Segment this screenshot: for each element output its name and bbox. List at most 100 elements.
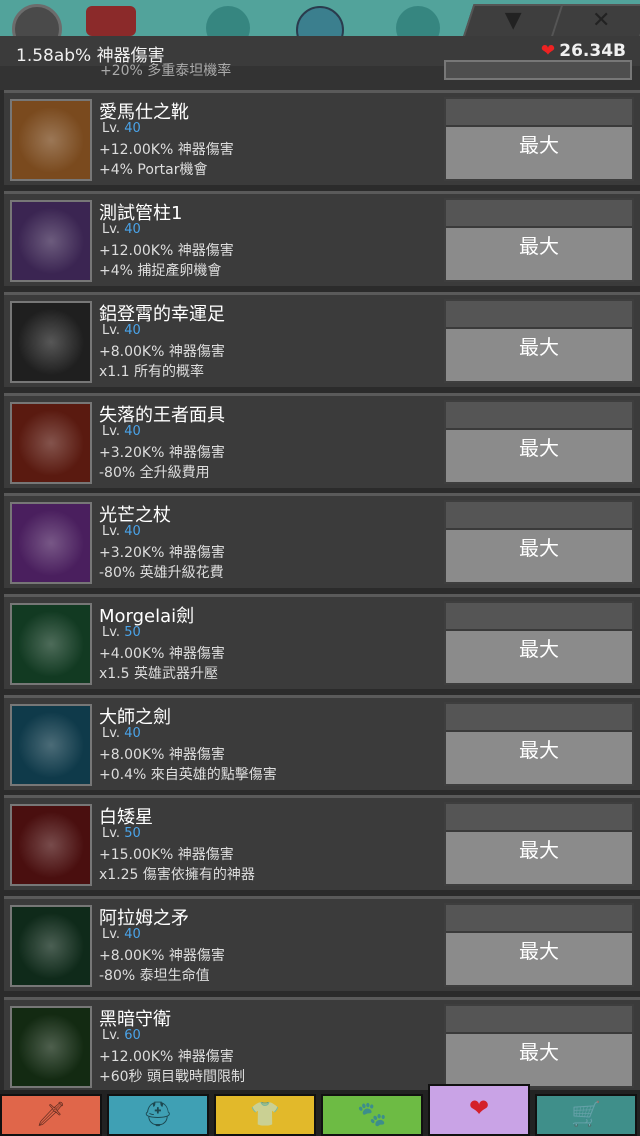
artifact-effect-2: x1.25 傷害依擁有的神器	[99, 867, 255, 883]
artifact-level: Lv. 50	[102, 826, 141, 841]
dark-guard-icon	[12, 1008, 90, 1086]
nav-tab-viking-helmet[interactable]: ⛑	[107, 1094, 209, 1136]
artifact-image[interactable]	[10, 99, 92, 181]
chevron-down-icon: ▼	[504, 8, 522, 33]
list-item: 黑暗守衛 Lv. 60 +12.00K% 神器傷害 +60秒 頭目戰時間限制 最大	[4, 997, 640, 1092]
list-item: Morgelai劍 Lv. 50 +4.00K% 神器傷害 x1.5 英雄武器升壓 最大	[4, 594, 640, 689]
max-label: 最大	[519, 536, 559, 560]
upgrade-cost-bar	[446, 704, 632, 732]
max-label: 最大	[519, 133, 559, 157]
artifact-image[interactable]	[10, 200, 92, 282]
artifact-effect-2: -80% 英雄升級花費	[99, 565, 224, 581]
top-bar: ▼ ✕	[0, 0, 640, 36]
artifact-effect-2: x1.5 英雄武器升壓	[99, 666, 218, 682]
artifact-image[interactable]	[10, 402, 92, 484]
upgrade-cost-bar	[446, 99, 632, 127]
nav-tab-sword[interactable]: 🗡	[0, 1094, 102, 1136]
white-hammer-icon	[12, 806, 90, 884]
artifact-level: Lv. 40	[102, 927, 141, 942]
max-label: 最大	[519, 738, 559, 762]
upgrade-cost-bar	[446, 301, 632, 329]
gauntlet-icon	[12, 202, 90, 280]
upgrade-cost-bar	[446, 1006, 632, 1034]
artifact-effect-1: +3.20K% 神器傷害	[99, 545, 225, 561]
max-upgrade-button[interactable]: 最大	[444, 400, 634, 484]
nav-tab-artifact-heart[interactable]: ❤	[428, 1084, 530, 1136]
skill-circle-icon[interactable]	[206, 6, 250, 36]
list-item: 失落的王者面具 Lv. 40 +3.20K% 神器傷害 -80% 全升級費用 最大	[4, 393, 640, 488]
bottom-navigation: 🗡 ⛑ 👕 🐾 ❤ 🛒	[0, 1084, 640, 1136]
list-item: +20% 多重泰坦機率	[0, 60, 640, 90]
artifact-effect-1: +12.00K% 神器傷害	[99, 142, 234, 158]
skill-circle-icon[interactable]	[396, 6, 440, 36]
artifact-level: Lv. 40	[102, 323, 141, 338]
artifact-image[interactable]	[10, 804, 92, 886]
nav-tab-shirt[interactable]: 👕	[214, 1094, 316, 1136]
artifact-level: Lv. 40	[102, 121, 141, 136]
list-item: 光芒之杖 Lv. 40 +3.20K% 神器傷害 -80% 英雄升級花費 最大	[4, 493, 640, 588]
artifact-effect-2: x1.1 所有的概率	[99, 364, 204, 380]
artifact-level: Lv. 40	[102, 726, 141, 741]
gear-icon[interactable]	[12, 4, 62, 36]
artifact-level: Lv. 40	[102, 222, 141, 237]
artifact-image[interactable]	[10, 1006, 92, 1088]
artifact-effect-1: +3.20K% 神器傷害	[99, 445, 225, 461]
artifact-effect-1: +8.00K% 神器傷害	[99, 948, 225, 964]
artifact-level: Lv. 50	[102, 625, 141, 640]
list-item: 白矮星 Lv. 50 +15.00K% 神器傷害 x1.25 傷害依擁有的神器 最大	[4, 795, 640, 890]
artifact-effect-2: +4% 捕捉產卵機會	[99, 263, 222, 279]
upgrade-cost-bar	[446, 804, 632, 832]
artifact-effect-2: +4% Portar機會	[99, 162, 208, 178]
max-upgrade-button[interactable]: 最大	[444, 97, 634, 181]
artifact-effect-1: +4.00K% 神器傷害	[99, 646, 225, 662]
gold-amount: 26.34B	[559, 41, 626, 61]
clock-icon[interactable]	[296, 6, 344, 36]
max-label: 最大	[519, 939, 559, 963]
artifact-effect-2: +20% 多重泰坦機率	[100, 63, 232, 79]
shirt-icon: 👕	[250, 1100, 280, 1128]
max-upgrade-button[interactable]: 最大	[444, 802, 634, 886]
artifact-effect-1: +8.00K% 神器傷害	[99, 747, 225, 763]
artifact-effect-1: +12.00K% 神器傷害	[99, 243, 234, 259]
max-label: 最大	[519, 637, 559, 661]
viking-helmet-icon[interactable]	[86, 6, 136, 36]
max-label: 最大	[519, 436, 559, 460]
artifact-effect-2: +60秒 頭目戰時間限制	[99, 1069, 245, 1085]
artifact-image[interactable]	[10, 905, 92, 987]
lucky-foot-icon	[12, 303, 90, 381]
max-label: 最大	[519, 234, 559, 258]
list-item: 測試管柱1 Lv. 40 +12.00K% 神器傷害 +4% 捕捉產卵機會 最大	[4, 191, 640, 286]
max-upgrade-button[interactable]: 最大	[444, 299, 634, 383]
max-label: 最大	[519, 335, 559, 359]
viking-helmet-icon: ⛑	[142, 1100, 174, 1128]
artifact-image[interactable]	[10, 603, 92, 685]
max-upgrade-button[interactable]: 最大	[444, 702, 634, 786]
max-upgrade-button[interactable]: 最大	[444, 601, 634, 685]
nav-tab-pet[interactable]: 🐾	[321, 1094, 423, 1136]
golden-mask-icon	[12, 404, 90, 482]
nav-tab-shop[interactable]: 🛒	[535, 1094, 637, 1136]
artifact-image[interactable]	[10, 301, 92, 383]
winged-boots-icon	[12, 101, 90, 179]
artifact-effect-2: -80% 泰坦生命值	[99, 968, 210, 984]
list-item: 愛馬仕之靴 Lv. 40 +12.00K% 神器傷害 +4% Portar機會 最大	[4, 90, 640, 185]
max-upgrade-button[interactable]: 最大	[444, 903, 634, 987]
artifact-image[interactable]	[10, 704, 92, 786]
max-upgrade-button[interactable]: 最大	[444, 198, 634, 282]
list-item: 大師之劍 Lv. 40 +8.00K% 神器傷害 +0.4% 來自英雄的點擊傷害 最大	[4, 695, 640, 790]
artifact-level: Lv. 60	[102, 1028, 141, 1043]
max-upgrade-button[interactable]: 最大	[444, 500, 634, 584]
artifact-effect-2: -80% 全升級費用	[99, 465, 210, 481]
artifact-image[interactable]	[10, 502, 92, 584]
upgrade-cost-bar	[446, 502, 632, 530]
list-item: 阿拉姆之矛 Lv. 40 +8.00K% 神器傷害 -80% 泰坦生命值 最大	[4, 896, 640, 991]
close-tab-button[interactable]: ✕	[550, 4, 640, 36]
sword-icon: 🗡	[35, 1100, 67, 1128]
max-upgrade-button[interactable]: 最大	[444, 1004, 634, 1088]
upgrade-button[interactable]	[444, 60, 632, 80]
heart-gift-icon: ❤	[540, 41, 556, 61]
shop-icon: 🛒	[571, 1100, 601, 1128]
collapse-tab-button[interactable]: ▼	[462, 4, 564, 36]
upgrade-cost-bar	[446, 603, 632, 631]
artifact-effect-1: +8.00K% 神器傷害	[99, 344, 225, 360]
